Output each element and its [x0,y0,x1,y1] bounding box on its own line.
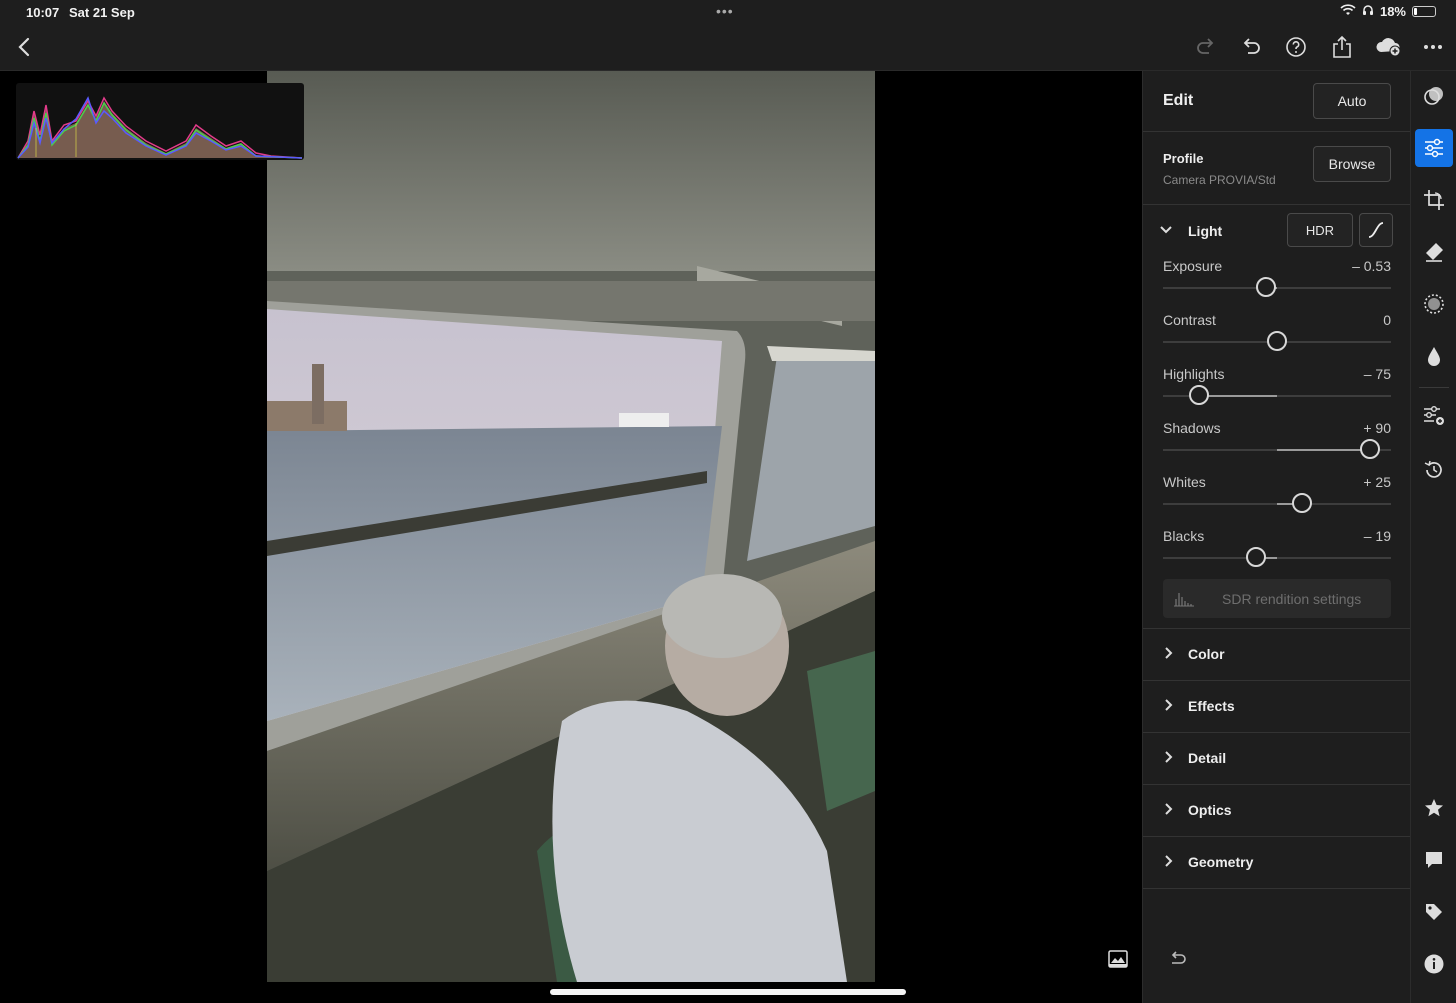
exposure-slider[interactable]: Exposure – 0.53 [1163,258,1391,308]
status-time: 10:07 [26,5,60,20]
sdr-rendition-label: SDR rendition settings [1222,591,1362,607]
profile-section: Browse [1143,132,1411,205]
blur-icon[interactable] [1415,337,1453,375]
shadows-slider[interactable]: Shadows + 90 [1163,420,1391,470]
blacks-value[interactable]: – 19 [1364,528,1391,544]
light-label: Light [1188,223,1223,239]
exposure-thumb[interactable] [1255,277,1276,297]
section-geometry[interactable]: Geometry [1143,836,1411,888]
help-icon[interactable] [1283,34,1309,60]
section-detail-label: Detail [1188,750,1227,766]
blacks-thumb[interactable] [1246,547,1267,567]
auto-button[interactable]: Auto [1313,83,1391,119]
chevron-right-icon [1161,698,1175,717]
section-effects[interactable]: Effects [1143,680,1411,732]
status-indicators: 18% [1340,4,1436,19]
section-geometry-label: Geometry [1188,854,1254,870]
tool-rail [1410,71,1456,1003]
wifi-icon [1340,4,1356,19]
highlights-slider[interactable]: Highlights – 75 [1163,366,1391,416]
contrast-label: Contrast [1163,312,1216,328]
contrast-value[interactable]: 0 [1383,312,1391,328]
browse-button[interactable]: Browse [1313,146,1391,182]
battery-percent: 18% [1379,4,1406,19]
highlights-value[interactable]: – 75 [1364,366,1391,382]
reset-icon[interactable] [1169,951,1187,970]
profile-label: Profile [1163,151,1204,166]
photo-canvas [0,71,1142,1003]
chevron-left-icon[interactable] [11,34,37,60]
adjust-icon[interactable] [1415,129,1453,167]
battery-icon [1412,6,1436,17]
exposure-label: Exposure [1163,258,1223,274]
hdr-button[interactable]: HDR [1287,213,1353,247]
section-color-label: Color [1188,646,1225,662]
whites-thumb[interactable] [1292,493,1313,513]
light-section-header[interactable]: Light HDR [1143,213,1411,247]
section-optics[interactable]: Optics [1143,784,1411,836]
highlights-thumb[interactable] [1189,385,1210,405]
status-bar: 10:07 Sat 21 Sep ••• 18% [0,0,1456,24]
blacks-label: Blacks [1163,528,1205,544]
whites-value[interactable]: + 25 [1363,474,1391,490]
section-optics-label: Optics [1188,802,1232,818]
eraser-icon[interactable] [1415,233,1453,271]
chevron-down-icon [1159,223,1173,242]
shadows-label: Shadows [1163,420,1221,436]
edit-title: Edit [1163,92,1194,109]
versions-icon[interactable] [1415,397,1453,435]
exposure-value[interactable]: – 0.53 [1352,258,1391,274]
tone-curve-icon[interactable] [1359,213,1393,247]
whites-label: Whites [1163,474,1206,490]
chevron-right-icon [1161,854,1175,873]
cloud-add-icon[interactable] [1374,34,1404,60]
section-effects-label: Effects [1188,698,1235,714]
edit-header: Edit Auto [1143,71,1411,132]
star-icon[interactable] [1415,789,1453,827]
blacks-track[interactable] [1163,557,1391,559]
crop-icon[interactable] [1415,181,1453,219]
more-icon[interactable] [1420,34,1446,60]
shadows-fill [1277,449,1371,451]
histogram-small-icon [1173,589,1195,612]
section-divider [1143,888,1411,889]
compare-icon[interactable] [1108,950,1128,973]
chevron-right-icon [1161,646,1175,665]
masking-icon[interactable] [1415,285,1453,323]
status-date: Sat 21 Sep [69,5,135,20]
battery-level [1414,8,1417,15]
exposure-track[interactable] [1163,287,1391,289]
multitasking-dots[interactable]: ••• [716,3,734,19]
edit-panel: Edit Auto Browse Profile Camera PROVIA/S… [1142,71,1411,1003]
history-icon[interactable] [1415,451,1453,489]
profile-value[interactable]: Camera PROVIA/Std [1163,173,1276,187]
info-icon[interactable] [1415,945,1453,983]
undo-icon[interactable] [1238,34,1264,60]
contrast-thumb[interactable] [1267,331,1287,351]
whites-slider[interactable]: Whites + 25 [1163,474,1391,524]
contrast-slider[interactable]: Contrast 0 [1163,312,1391,362]
highlights-fill [1199,395,1277,397]
highlights-label: Highlights [1163,366,1225,382]
photo-image[interactable] [267,71,875,982]
blacks-slider[interactable]: Blacks – 19 [1163,528,1391,578]
headphones-icon [1362,4,1374,19]
section-detail[interactable]: Detail [1143,732,1411,784]
presets-icon[interactable] [1415,77,1453,115]
chevron-right-icon [1161,750,1175,769]
section-color[interactable]: Color [1143,628,1411,680]
redo-icon[interactable] [1193,34,1219,60]
rail-divider [1419,387,1449,388]
tag-icon[interactable] [1415,893,1453,931]
histogram[interactable] [16,83,304,160]
top-toolbar [0,24,1456,71]
shadows-thumb[interactable] [1360,439,1381,459]
home-indicator[interactable] [550,989,906,995]
comment-icon[interactable] [1415,841,1453,879]
chevron-right-icon [1161,802,1175,821]
shadows-value[interactable]: + 90 [1363,420,1391,436]
sdr-rendition-button[interactable]: SDR rendition settings [1163,579,1391,618]
share-icon[interactable] [1329,34,1355,60]
